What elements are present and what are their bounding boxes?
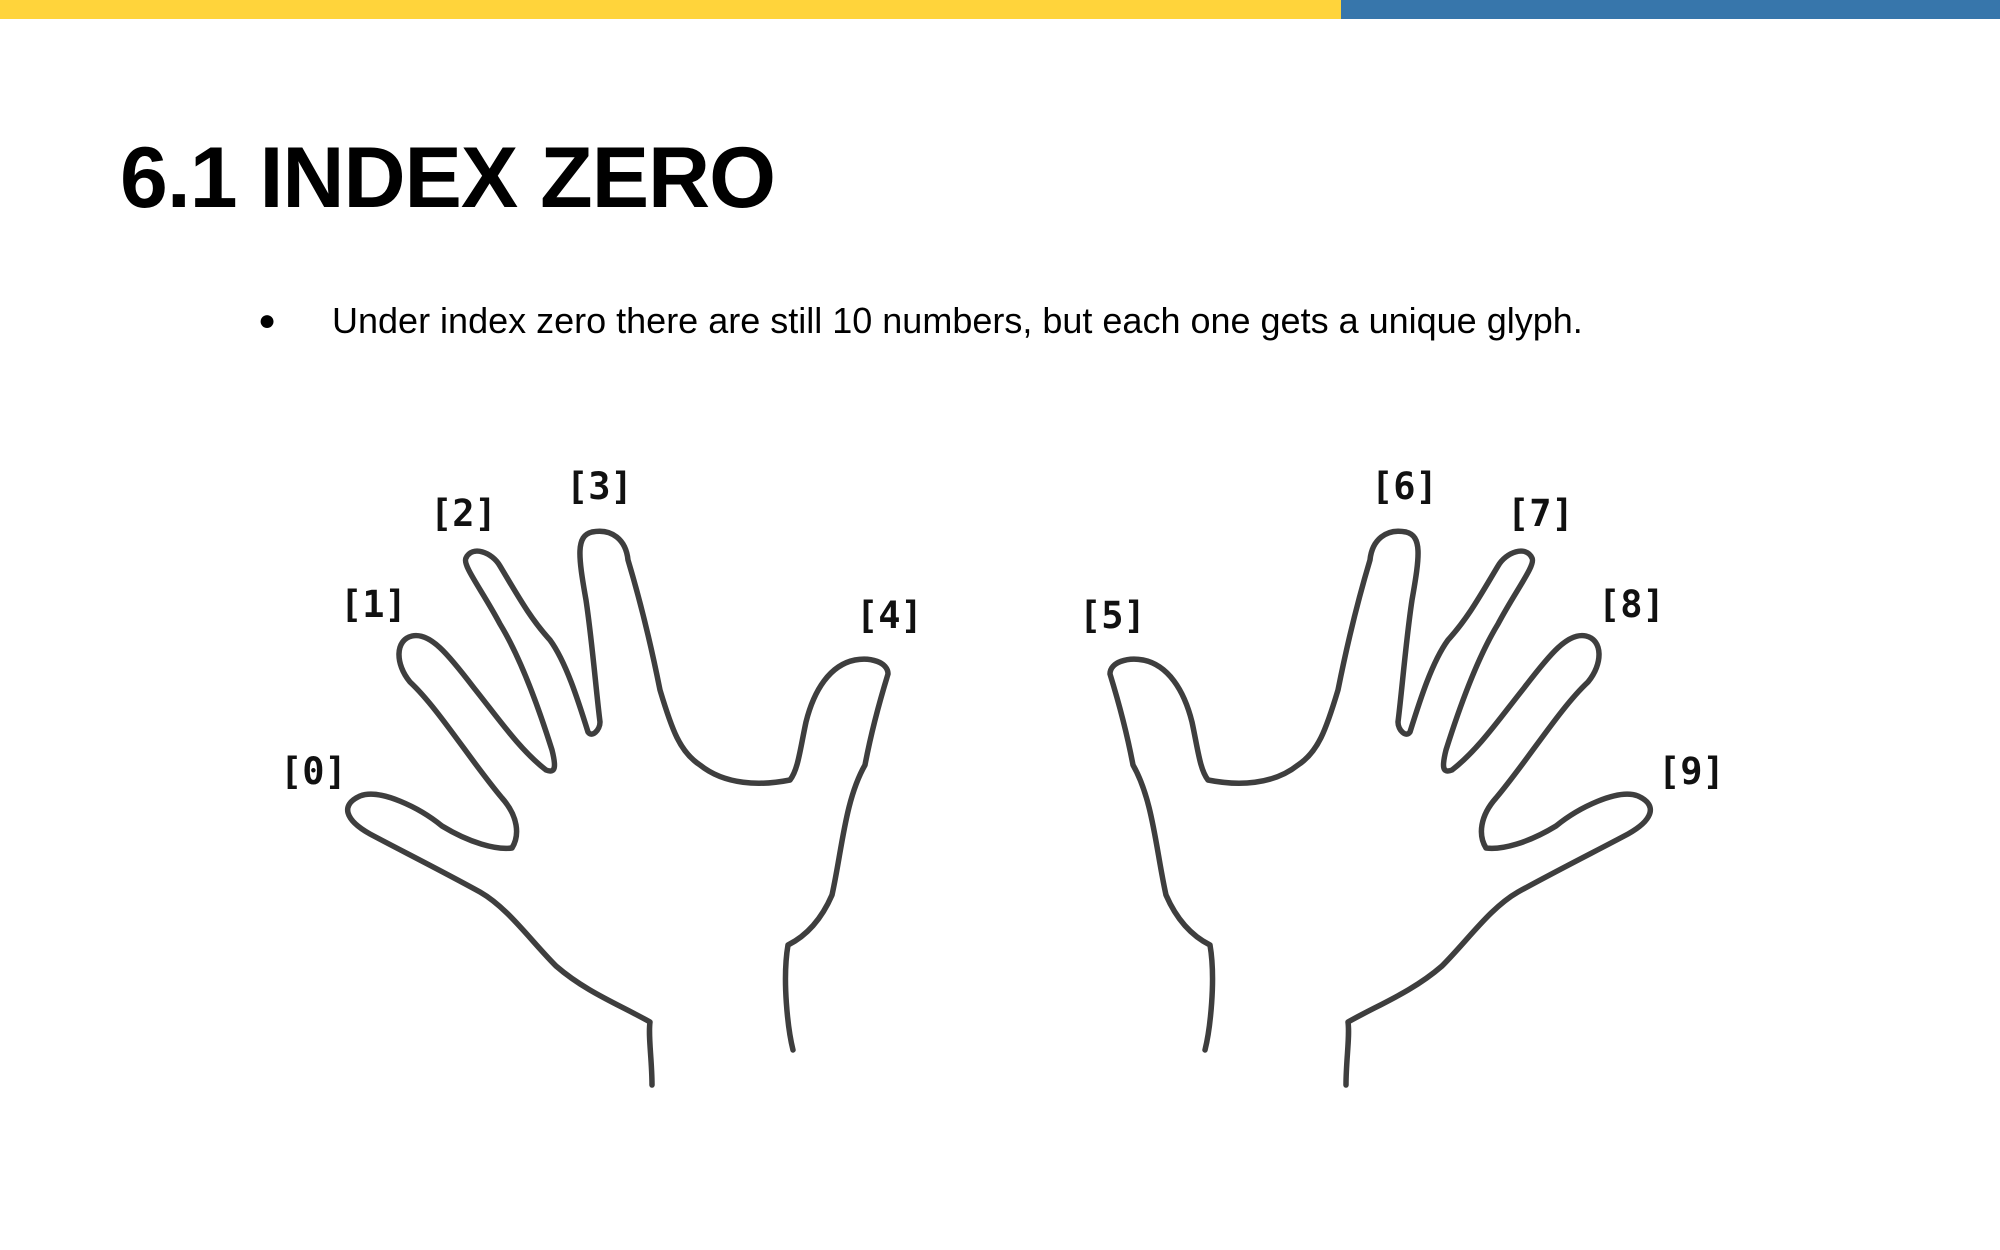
finger-label-9: [9] bbox=[1658, 750, 1725, 793]
finger-label-3: [3] bbox=[566, 465, 633, 508]
finger-label-0: [0] bbox=[280, 750, 347, 793]
hands-illustration: [0] [1] [2] [3] [4] [5] [6] [7] [8] [9] bbox=[280, 465, 1725, 1088]
finger-label-6: [6] bbox=[1371, 465, 1438, 508]
left-hand-outline bbox=[344, 528, 891, 1088]
right-hand bbox=[1107, 528, 1654, 1088]
right-hand-outline bbox=[1107, 528, 1654, 1088]
finger-label-8: [8] bbox=[1598, 583, 1665, 626]
finger-label-7: [7] bbox=[1507, 492, 1574, 535]
finger-label-4: [4] bbox=[856, 594, 923, 637]
finger-label-1: [1] bbox=[340, 583, 407, 626]
finger-label-2: [2] bbox=[430, 492, 497, 535]
finger-label-5: [5] bbox=[1079, 594, 1146, 637]
left-hand bbox=[344, 528, 891, 1088]
